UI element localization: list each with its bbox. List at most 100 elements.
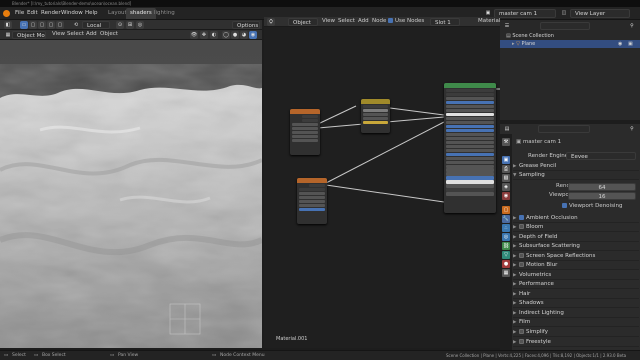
object-tab-icon[interactable]: ▢ xyxy=(502,206,510,214)
principled-bsdf-node[interactable] xyxy=(444,83,496,213)
panel-grease-pencil[interactable]: ▶ Grease Pencil xyxy=(513,162,639,171)
sampling-render-field[interactable]: 64 xyxy=(568,183,636,191)
panel-bloom[interactable]: ▶ Bloom xyxy=(513,223,639,232)
view-layer-tab-icon[interactable]: ▧ xyxy=(502,174,510,182)
texture-node[interactable] xyxy=(290,109,320,155)
color-ramp-node[interactable] xyxy=(361,99,390,133)
panel-depth-of-field[interactable]: ▶ Depth of Field xyxy=(513,233,639,242)
modifier-tab-icon[interactable]: 🔧 xyxy=(502,215,510,223)
motion-blur-checkbox[interactable] xyxy=(519,262,524,267)
scene-selector[interactable]: master cam 1 xyxy=(494,9,556,18)
snap-icon[interactable]: ⊞ xyxy=(126,21,134,29)
workspace-tab-lighting[interactable]: lighting xyxy=(150,8,179,19)
texture-tab-icon[interactable]: ▦ xyxy=(502,269,510,277)
menu-window[interactable]: Window xyxy=(61,7,83,20)
panel-volumetrics[interactable]: ▶ Volumetrics xyxy=(513,271,639,280)
node-menu-add[interactable]: Add xyxy=(358,17,369,26)
rendered-shading-icon[interactable]: ◉ xyxy=(249,31,257,39)
properties-editor-icon[interactable]: ▤ xyxy=(503,125,511,133)
node-menu-select[interactable]: Select xyxy=(338,17,355,26)
panel-screen-space-reflections[interactable]: ▶ Screen Space Reflections xyxy=(513,252,639,261)
select-extend-icon[interactable]: ▢ xyxy=(29,21,37,29)
pivot-icon[interactable]: ⊙ xyxy=(116,21,124,29)
use-nodes-toggle[interactable]: Use Nodes xyxy=(388,17,424,26)
data-tab-icon[interactable]: ▽ xyxy=(502,251,510,259)
menu-file[interactable]: File xyxy=(15,7,24,20)
constraints-tab-icon[interactable]: ⛓ xyxy=(502,242,510,250)
options-dropdown[interactable]: Options xyxy=(232,21,260,29)
camera-restrict-icon[interactable]: ▣ xyxy=(628,40,633,48)
solid-shading-icon[interactable]: ● xyxy=(231,31,239,39)
output-tab-icon[interactable]: ⎙ xyxy=(502,165,510,173)
panel-sampling[interactable]: ▼ Sampling xyxy=(513,171,639,180)
material-slot-select[interactable]: Slot 1 xyxy=(430,18,460,26)
panel-ambient-occlusion[interactable]: ▶ Ambient Occlusion xyxy=(513,214,639,223)
simplify-checkbox[interactable] xyxy=(519,329,524,334)
overlay-icon[interactable]: ◐ xyxy=(210,31,218,39)
panel-subsurface-scattering[interactable]: ▶ Subsurface Scattering xyxy=(513,242,639,251)
viewport-menu-select[interactable]: Select xyxy=(67,30,84,39)
viewport-denoising-toggle[interactable]: Viewport Denoising xyxy=(562,202,622,211)
panel-indirect-lighting[interactable]: ▶ Indirect Lighting xyxy=(513,309,639,318)
panel-freestyle[interactable]: ▶ Freestyle xyxy=(513,338,639,347)
select-invert-icon[interactable]: ▢ xyxy=(47,21,55,29)
proportional-edit-icon[interactable]: ◎ xyxy=(136,21,144,29)
material-tab-icon[interactable]: ● xyxy=(502,260,510,268)
sampling-viewport-field[interactable]: 16 xyxy=(568,192,636,200)
select-subtract-icon[interactable]: ▢ xyxy=(38,21,46,29)
noise-texture-node[interactable] xyxy=(297,178,327,224)
panel-shadows[interactable]: ▶ Shadows xyxy=(513,299,639,308)
transform-orientation-select[interactable]: Local xyxy=(82,21,110,29)
node-menu-node[interactable]: Node xyxy=(372,17,386,26)
wireframe-shading-icon[interactable]: ◯ xyxy=(222,31,230,39)
ambient-occlusion-checkbox[interactable] xyxy=(519,215,524,220)
viewport-menu-view[interactable]: View xyxy=(52,30,65,39)
select-box-icon[interactable]: ▭ xyxy=(20,21,28,29)
viewport-menu-object[interactable]: Object xyxy=(100,30,118,39)
particles-tab-icon[interactable]: ∴ xyxy=(502,224,510,232)
select-intersect-icon[interactable]: ▢ xyxy=(56,21,64,29)
panel-hair[interactable]: ▶ Hair xyxy=(513,290,639,299)
panel-film[interactable]: ▶ Film xyxy=(513,318,639,327)
world-tab-icon[interactable]: ◉ xyxy=(502,192,510,200)
3d-viewport[interactable] xyxy=(0,40,262,348)
node-editor-type-icon[interactable]: ⛭ xyxy=(267,18,275,26)
menu-edit[interactable]: Edit xyxy=(27,7,38,20)
freestyle-checkbox[interactable] xyxy=(519,339,524,344)
physics-tab-icon[interactable]: ◎ xyxy=(502,233,510,241)
properties-search-input[interactable] xyxy=(538,125,590,133)
gizmo-icon[interactable]: ✥ xyxy=(200,31,208,39)
render-tab-icon[interactable]: ▣ xyxy=(502,156,510,164)
filter-icon[interactable]: ⚲ xyxy=(628,22,636,30)
view-layer-selector[interactable]: View Layer xyxy=(570,9,630,18)
menu-help[interactable]: Help xyxy=(85,7,98,20)
object-mode-select[interactable]: Object Mode xyxy=(12,31,46,39)
view-layer-icon: ◫ xyxy=(561,10,567,16)
blender-logo-icon[interactable] xyxy=(3,10,10,17)
bloom-checkbox[interactable] xyxy=(519,224,524,229)
outliner-editor-icon[interactable]: ☰ xyxy=(503,22,511,30)
use-nodes-checkbox[interactable] xyxy=(388,18,393,23)
visibility-icon[interactable]: 👁 xyxy=(190,31,198,39)
outliner-row-scene-collection[interactable]: ▤ Scene Collection xyxy=(500,32,640,40)
outliner-search-input[interactable] xyxy=(540,22,590,30)
panel-simplify[interactable]: ▶ Simplify xyxy=(513,328,639,337)
viewport-menu-add[interactable]: Add xyxy=(86,30,97,39)
ssr-checkbox[interactable] xyxy=(519,253,524,258)
menu-render[interactable]: Render xyxy=(41,7,61,20)
panel-performance[interactable]: ▶ Performance xyxy=(513,280,639,289)
tool-tab-icon[interactable]: ⚒ xyxy=(502,138,510,146)
panel-motion-blur[interactable]: ▶ Motion Blur xyxy=(513,261,639,270)
pin-icon[interactable]: ⚲ xyxy=(628,125,636,133)
node-menu-view[interactable]: View xyxy=(322,17,335,26)
render-engine-select[interactable]: Eevee xyxy=(566,152,636,160)
viewport-denoising-checkbox[interactable] xyxy=(562,203,567,208)
outliner-row-plane[interactable]: ▸ ▽ Plane ◉ ▣ xyxy=(500,40,640,48)
material-shading-icon[interactable]: ◕ xyxy=(240,31,248,39)
node-editor-canvas[interactable]: Material.001 xyxy=(264,27,500,348)
editor-type-icon[interactable]: ◧ xyxy=(4,21,12,29)
scene-browse-icon[interactable]: ▣ xyxy=(484,9,492,17)
scene-tab-icon[interactable]: ◈ xyxy=(502,183,510,191)
eye-icon[interactable]: ◉ xyxy=(618,40,622,48)
shader-type-select[interactable]: Object xyxy=(288,18,318,26)
